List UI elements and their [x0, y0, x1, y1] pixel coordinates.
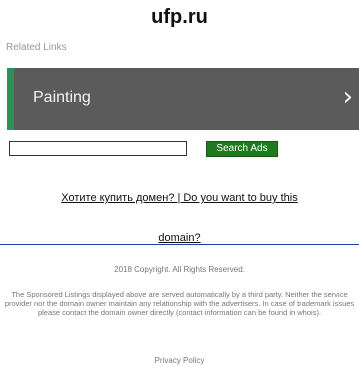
copyright-text: 2018 Copyright. All Rights Reserved. [114, 265, 245, 274]
related-link-painting[interactable]: Painting › [7, 68, 359, 130]
related-link-label: Painting [33, 89, 91, 106]
buy-domain-link[interactable]: Хотите купить домен? | Do you want to bu… [0, 192, 359, 204]
domain-title: ufp.ru [151, 6, 208, 28]
chevron-right-icon: › [342, 82, 353, 112]
disclaimer-text: The Sponsored Listings displayed above a… [4, 290, 355, 317]
search-input[interactable] [9, 141, 187, 156]
buy-domain-link-continued[interactable]: domain? [0, 232, 359, 244]
related-links-label: Related Links [6, 42, 67, 53]
privacy-policy-link[interactable]: Privacy Policy [0, 356, 359, 365]
link-accent-bar [7, 68, 14, 130]
search-ads-button[interactable]: Search Ads [206, 141, 278, 157]
divider [0, 244, 359, 245]
